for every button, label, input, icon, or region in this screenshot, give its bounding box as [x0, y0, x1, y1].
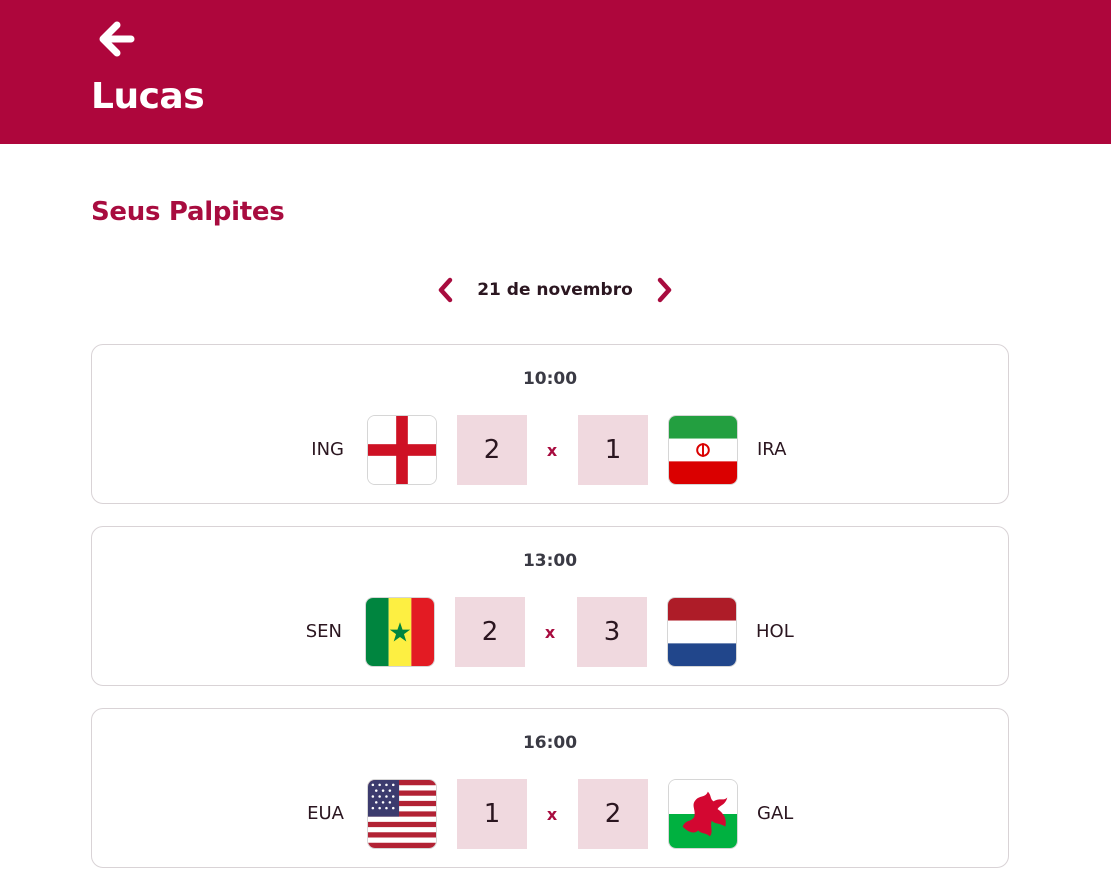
versus-label: x	[544, 623, 556, 642]
match-card: 13:00 SEN 2 x 3 HOL	[91, 526, 1009, 686]
arrow-left-icon	[99, 21, 135, 57]
home-team-code: EUA	[307, 803, 344, 824]
match-time: 13:00	[522, 551, 578, 571]
england-flag-icon	[367, 415, 437, 485]
back-button[interactable]	[92, 18, 138, 60]
usa-flag-icon	[367, 779, 437, 849]
versus-label: x	[546, 805, 558, 824]
chevron-right-icon	[657, 277, 672, 303]
home-team-code: ING	[311, 439, 344, 460]
date-label: 21 de novembro	[477, 280, 633, 300]
away-team-code: HOL	[756, 621, 794, 642]
wales-flag-icon	[668, 779, 738, 849]
home-score-input[interactable]: 2	[457, 415, 527, 485]
home-score-input[interactable]: 2	[455, 597, 525, 667]
match-time: 10:00	[522, 369, 578, 389]
away-score-input[interactable]: 2	[578, 779, 648, 849]
iran-flag-icon	[668, 415, 738, 485]
away-team-code: IRA	[757, 439, 787, 460]
match-time: 16:00	[522, 733, 578, 753]
match-card: 16:00 EUA 1 x 2 GAL	[91, 708, 1009, 868]
home-score-input[interactable]: 1	[457, 779, 527, 849]
home-team-code: SEN	[305, 621, 342, 642]
away-score-input[interactable]: 3	[577, 597, 647, 667]
next-day-button[interactable]	[650, 272, 680, 308]
match-card: 10:00 ING 2 x 1 IRA	[91, 344, 1009, 504]
netherlands-flag-icon	[667, 597, 737, 667]
senegal-flag-icon	[365, 597, 435, 667]
previous-day-button[interactable]	[430, 272, 460, 308]
versus-label: x	[546, 441, 558, 460]
section-title: Seus Palpites	[91, 197, 285, 227]
chevron-left-icon	[438, 277, 453, 303]
away-team-code: GAL	[757, 803, 794, 824]
date-navigator: 21 de novembro	[430, 272, 680, 308]
away-score-input[interactable]: 1	[578, 415, 648, 485]
page-title: Lucas	[91, 76, 205, 117]
app-header: Lucas	[0, 0, 1111, 144]
